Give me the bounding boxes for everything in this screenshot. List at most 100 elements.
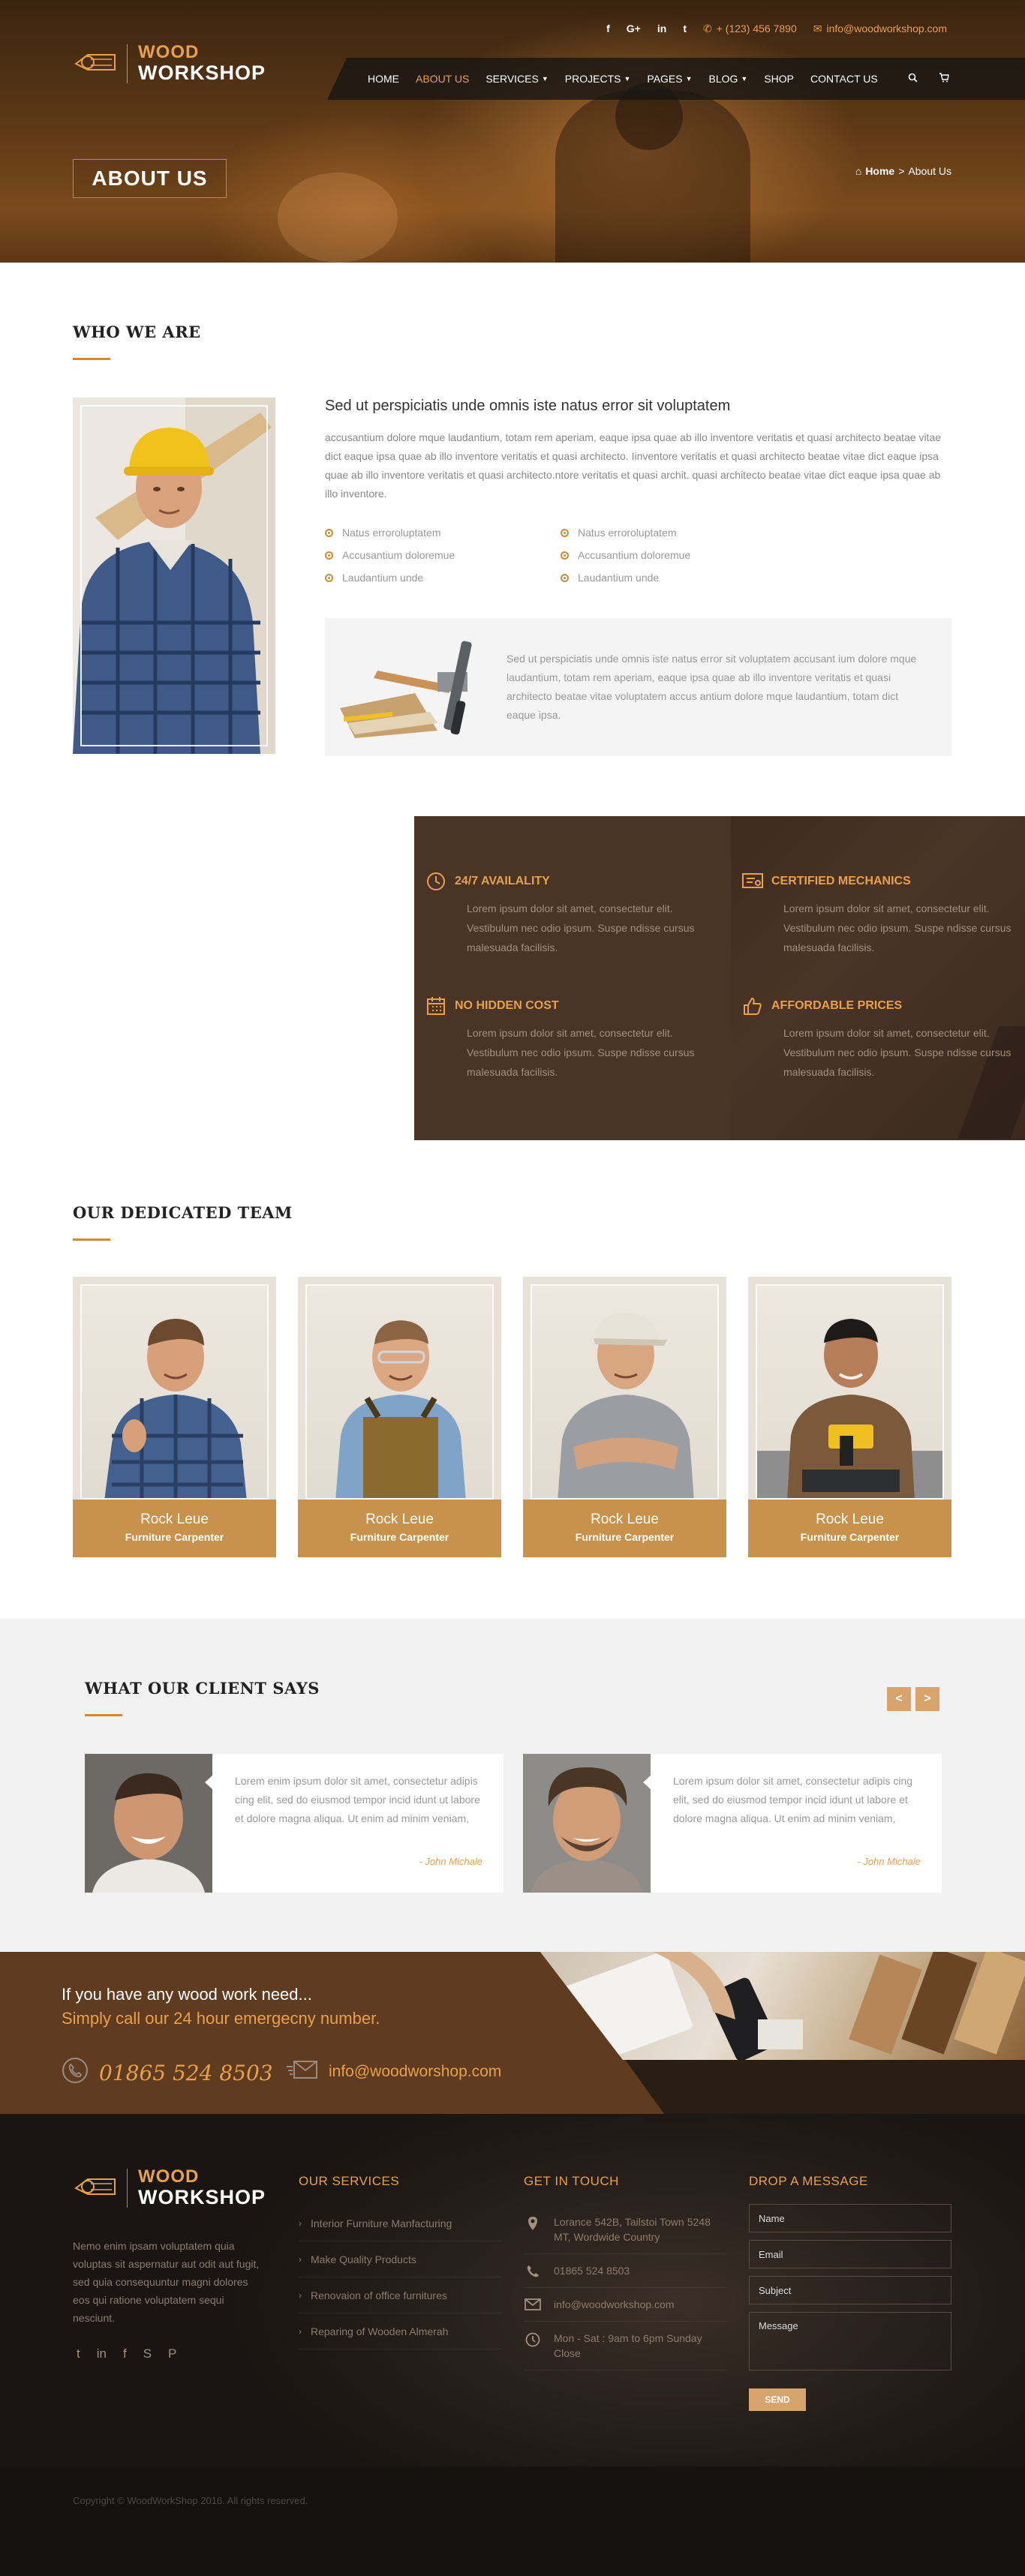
top-social-links: f G+ in t xyxy=(606,23,687,35)
feature-head: CERTIFIED MECHANICS xyxy=(741,870,1025,893)
send-button[interactable]: SEND xyxy=(749,2388,806,2411)
testimonial-author: - John Michale xyxy=(419,1856,482,1867)
linkedin-icon[interactable]: in xyxy=(97,2346,107,2361)
facebook-icon[interactable]: f xyxy=(606,23,610,35)
touch-title: GET IN TOUCH xyxy=(524,2174,619,2188)
phone-item[interactable]: 01865 524 8503 xyxy=(524,2254,726,2288)
skype-icon[interactable]: S xyxy=(143,2346,152,2361)
title-underline xyxy=(73,1238,110,1241)
breadcrumb-home[interactable]: Home xyxy=(865,165,894,177)
features-panel: 24/7 AVAILALITY Lorem ipsum dolor sit am… xyxy=(414,816,1025,1140)
subject-field[interactable]: Subject xyxy=(749,2276,951,2304)
search-icon[interactable] xyxy=(908,73,918,85)
bullet-circle-icon xyxy=(561,573,569,582)
team-photo xyxy=(531,1284,719,1500)
nav-services[interactable]: SERVICES ▼ xyxy=(485,73,548,85)
title-underline xyxy=(85,1714,122,1716)
who-heading: Sed ut perspiciatis unde omnis iste natu… xyxy=(325,398,731,414)
linkedin-icon[interactable]: in xyxy=(657,23,666,35)
team-card[interactable]: Rock Leue Furniture Carpenter xyxy=(298,1277,501,1557)
testimonial-text: Lorem ipsum dolor sit amet, consectetur … xyxy=(673,1775,913,1824)
phone-icon: ✆ xyxy=(702,22,712,35)
bullet-circle-icon xyxy=(325,528,333,537)
nav-projects-label: PROJECTS xyxy=(564,73,621,85)
testimonial-text: Lorem enim ipsum dolor sit amet, consect… xyxy=(235,1775,480,1824)
name-field[interactable]: Name xyxy=(749,2204,951,2232)
team-card[interactable]: Rock Leue Furniture Carpenter xyxy=(748,1277,951,1557)
team-member-role: Furniture Carpenter xyxy=(125,1531,224,1543)
page: f G+ in t ✆ + (123) 456 7890 ✉ info@wood… xyxy=(0,0,1025,2576)
envelope-icon xyxy=(287,2060,318,2084)
next-arrow-button[interactable]: > xyxy=(915,1687,939,1711)
pinterest-icon[interactable]: P xyxy=(168,2346,176,2361)
list-item[interactable]: › Reparing of Wooden Almerah xyxy=(299,2313,501,2349)
cta-phone[interactable]: 01865 524 8503 xyxy=(62,2057,273,2089)
feature-head: NO HIDDEN COST xyxy=(425,995,710,1017)
twitter-icon[interactable]: t xyxy=(77,2346,80,2361)
nav-shop[interactable]: SHOP xyxy=(764,73,794,85)
team-member-name: Rock Leue xyxy=(365,1512,434,1527)
nav-contact-us[interactable]: CONTACT US xyxy=(810,73,878,85)
bullet-text: Accusantium doloremue xyxy=(342,549,455,561)
email-field[interactable]: Email xyxy=(749,2240,951,2268)
chevron-right-icon: › xyxy=(299,2217,302,2229)
logo-line2: WORKSHOP xyxy=(138,62,266,84)
team-member-name: Rock Leue xyxy=(816,1512,884,1527)
feature-certified: CERTIFIED MECHANICS Lorem ipsum dolor si… xyxy=(741,870,1025,957)
footer-social-links: t in f S P xyxy=(77,2346,176,2361)
feature-title: NO HIDDEN COST xyxy=(455,999,559,1012)
services-title: OUR SERVICES xyxy=(299,2174,400,2188)
twitter-icon[interactable]: t xyxy=(683,23,687,35)
nav-shop-label: SHOP xyxy=(764,73,795,85)
footer-logo-text: WOOD WORKSHOP xyxy=(138,2168,266,2208)
nav-home[interactable]: HOME xyxy=(368,73,399,85)
caret-down-icon: ▼ xyxy=(685,75,693,83)
cart-icon[interactable] xyxy=(939,73,949,85)
list-item[interactable]: › Make Quality Products xyxy=(299,2241,501,2277)
nav-pages-label: PAGES xyxy=(647,73,683,85)
cta-line1: If you have any wood work need... xyxy=(62,1985,312,2004)
top-phone[interactable]: ✆ + (123) 456 7890 xyxy=(703,23,797,35)
tools-illustration xyxy=(340,641,472,738)
list-item: Accusantium doloremue xyxy=(561,549,786,561)
cta-email[interactable]: info@woodworshop.com xyxy=(287,2060,501,2084)
team-caption: Rock Leue Furniture Carpenter xyxy=(298,1500,501,1557)
team-member-role: Furniture Carpenter xyxy=(800,1531,900,1543)
phone-text: 01865 524 8503 xyxy=(554,2265,630,2277)
email-item[interactable]: info@woodworkshop.com xyxy=(524,2288,726,2322)
team-card[interactable]: Rock Leue Furniture Carpenter xyxy=(523,1277,726,1557)
list-item: Natus erroroluptatem xyxy=(325,527,561,539)
bullet-circle-icon xyxy=(561,551,569,560)
copyright-bar: Copyright © WoodWorkShop 2016. All right… xyxy=(0,2466,1025,2576)
breadcrumb-separator: > xyxy=(898,165,905,177)
top-email[interactable]: ✉ info@woodworkshop.com xyxy=(813,23,947,35)
features-right-bg xyxy=(731,816,1025,1140)
feature-text: Lorem ipsum dolor sit amet, consectetur … xyxy=(783,1027,1011,1078)
nav-blog[interactable]: BLOG ▼ xyxy=(709,73,748,85)
nav-pages[interactable]: PAGES ▼ xyxy=(647,73,692,85)
message-field[interactable]: Message xyxy=(749,2312,951,2370)
google-plus-icon[interactable]: G+ xyxy=(627,23,641,35)
team-photo xyxy=(80,1284,269,1500)
nav-about-label: ABOUT US xyxy=(416,73,470,85)
top-bar: f G+ in t ✆ + (123) 456 7890 ✉ info@wood… xyxy=(606,21,947,36)
service-link: Reparing of Wooden Almerah xyxy=(311,2325,449,2337)
team-member-role: Furniture Carpenter xyxy=(575,1531,675,1543)
nav-projects[interactable]: PROJECTS ▼ xyxy=(565,73,631,85)
facebook-icon[interactable]: f xyxy=(123,2346,127,2361)
list-item: Laudantium unde xyxy=(561,572,786,584)
footer: WOOD WORKSHOP Nemo enim ipsam voluptatem… xyxy=(0,2114,1025,2466)
list-item[interactable]: › Interior Furniture Manfacturing xyxy=(299,2205,501,2241)
testimonial-card: Lorem ipsum dolor sit amet, consectetur … xyxy=(523,1754,942,1893)
nav-about-us[interactable]: ABOUT US xyxy=(416,73,469,85)
prev-arrow-button[interactable]: < xyxy=(887,1687,911,1711)
footer-logo[interactable]: WOOD WORKSHOP xyxy=(73,2168,266,2208)
list-item[interactable]: › Renovaion of office furnitures xyxy=(299,2277,501,2313)
bullet-text: Accusantium doloremue xyxy=(578,549,691,561)
site-logo[interactable]: WOOD WORKSHOP xyxy=(73,44,266,83)
client-photo xyxy=(85,1754,212,1893)
list-item: Natus erroroluptatem xyxy=(561,527,786,539)
team-card[interactable]: Rock Leue Furniture Carpenter xyxy=(73,1277,276,1557)
list-item: Laudantium unde xyxy=(325,572,561,584)
worker-photo xyxy=(73,398,275,754)
